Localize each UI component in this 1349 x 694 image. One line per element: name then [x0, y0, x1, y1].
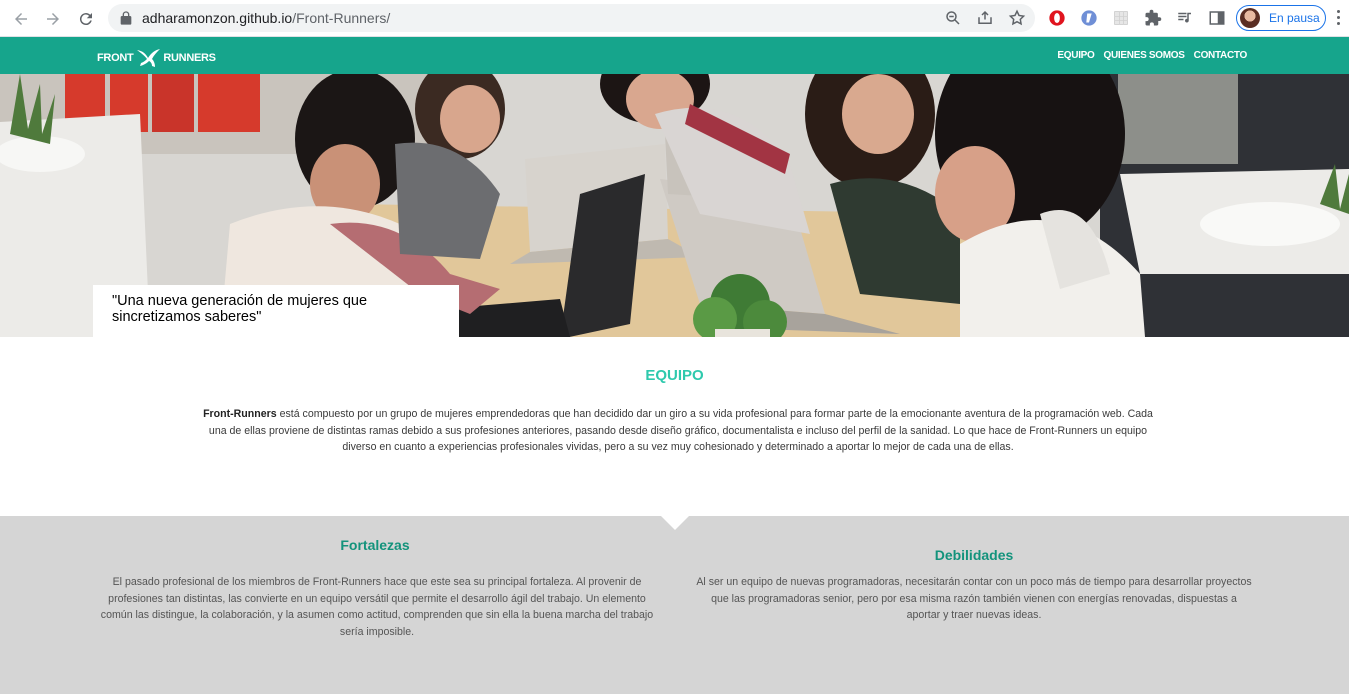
- equipo-description-text: está compuesto por un grupo de mujeres e…: [208, 408, 1153, 453]
- logo-text-front: FRONT: [97, 52, 134, 64]
- bookmark-star-icon[interactable]: [1008, 9, 1026, 27]
- arrow-left-icon: [15, 13, 27, 25]
- forward-button[interactable]: [40, 6, 66, 32]
- avatar: [1240, 8, 1260, 28]
- zoom-icon[interactable]: [944, 9, 962, 27]
- debilidades-text: Al ser un equipo de nuevas programadoras…: [696, 576, 1252, 621]
- nav-link-contacto[interactable]: CONTACTO: [1194, 50, 1248, 61]
- grid-extension-icon[interactable]: [1111, 8, 1131, 28]
- nav-link-quienes-somos[interactable]: QUIENES SOMOS: [1104, 50, 1185, 61]
- brand-name: Front-Runners: [203, 408, 277, 420]
- strengths-weaknesses-section: Fortalezas El pasado profesional de los …: [0, 516, 1349, 694]
- puzzle-icon[interactable]: [1143, 8, 1163, 28]
- arrow-right-icon: [47, 13, 59, 25]
- section-notch: [661, 516, 689, 530]
- blue-extension-icon[interactable]: [1079, 8, 1099, 28]
- debilidades-title: Debilidades: [934, 547, 1014, 563]
- url-text: adharamonzon.github.io/Front-Runners/: [142, 10, 391, 26]
- opera-extension-icon[interactable]: [1047, 8, 1067, 28]
- site-logo[interactable]: FRONT RUNNERS: [97, 47, 216, 69]
- main-menu: EQUIPO QUIENES SOMOS CONTACTO: [1057, 50, 1247, 61]
- profile-button[interactable]: En pausa: [1236, 5, 1326, 31]
- logo-text-runners: RUNNERS: [163, 52, 216, 64]
- lock-icon: [120, 11, 132, 25]
- browser-toolbar: adharamonzon.github.io/Front-Runners/ En…: [0, 0, 1349, 37]
- address-bar[interactable]: adharamonzon.github.io/Front-Runners/: [108, 4, 1035, 32]
- equipo-title: EQUIPO: [645, 367, 704, 384]
- side-panel-icon[interactable]: [1207, 8, 1227, 28]
- equipo-description: Front-Runners está compuesto por un grup…: [199, 406, 1157, 456]
- media-control-icon[interactable]: [1175, 8, 1195, 28]
- reload-icon: [79, 13, 92, 26]
- back-button[interactable]: [8, 6, 34, 32]
- hero-quote: "Una nueva generación de mujeres que sin…: [93, 285, 459, 337]
- reload-button[interactable]: [73, 6, 99, 32]
- fortalezas-text: El pasado profesional de los miembros de…: [100, 576, 654, 638]
- share-icon[interactable]: [976, 9, 994, 27]
- nav-link-equipo[interactable]: EQUIPO: [1057, 50, 1094, 61]
- site-header: FRONT RUNNERS EQUIPO QUIENES SOMOS CONTA…: [0, 37, 1349, 74]
- hero-banner: "Una nueva generación de mujeres que sin…: [0, 74, 1349, 337]
- kebab-menu-icon[interactable]: [1337, 10, 1341, 26]
- profile-status-label: En pausa: [1269, 11, 1320, 25]
- fortalezas-title: Fortalezas: [340, 537, 410, 553]
- runner-logo-icon: [137, 49, 161, 67]
